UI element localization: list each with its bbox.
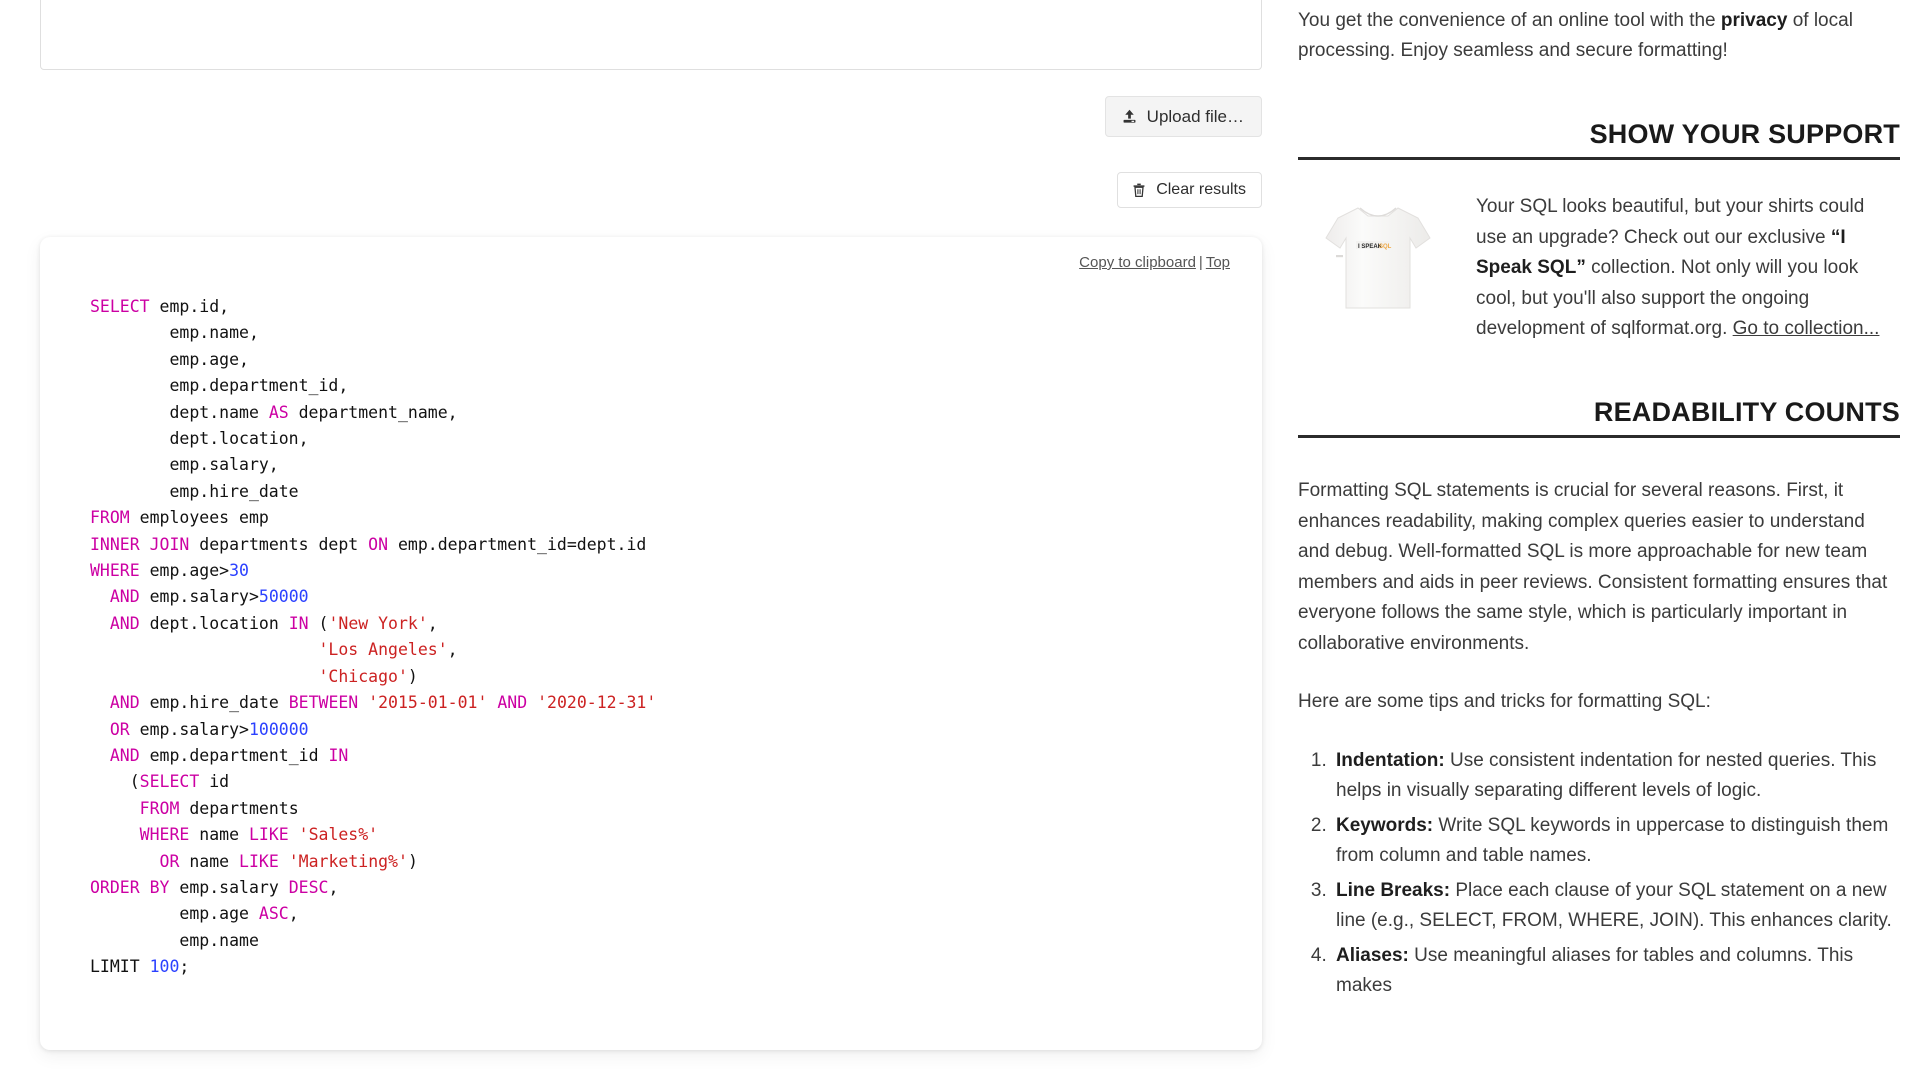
tip-term: Keywords: <box>1336 814 1434 836</box>
sql-input-textarea[interactable] <box>40 0 1262 70</box>
results-card: Copy to clipboard | Top SELECT emp.id, emp… <box>40 237 1262 1050</box>
clear-results-button[interactable]: Clear results <box>1117 172 1262 208</box>
tip-term: Indentation: <box>1336 749 1445 771</box>
editor-area <box>40 0 1262 75</box>
tip-term: Line Breaks: <box>1336 879 1451 901</box>
show-your-support-heading: SHOW YOUR SUPPORT <box>1298 119 1900 160</box>
formatted-sql-output: SELECT emp.id, emp.name, emp.age, emp.de… <box>90 297 657 977</box>
upload-file-label: Upload file… <box>1146 107 1244 126</box>
trash-icon <box>1131 182 1147 198</box>
clear-results-label: Clear results <box>1156 181 1246 198</box>
support-paragraph: Your SQL looks beautiful, but your shirt… <box>1476 196 1880 339</box>
tip-list-item: Aliases: Use meaningful aliases for tabl… <box>1332 941 1900 1002</box>
readability-counts-heading: READABILITY COUNTS <box>1298 397 1900 438</box>
go-to-collection-link[interactable]: Go to collection... <box>1733 318 1880 339</box>
tshirt-image: I SPEAK SQL <box>1298 192 1458 345</box>
intro-paragraph-2: You get the convenience of an online too… <box>1298 9 1853 62</box>
tip-list-item: Line Breaks: Place each clause of your S… <box>1332 876 1900 937</box>
top-link[interactable]: Top <box>1206 254 1230 271</box>
tip-term: Aliases: <box>1336 944 1409 966</box>
link-separator: | <box>1198 254 1203 271</box>
tip-list-item: Indentation: Use consistent indentation … <box>1332 746 1900 807</box>
tip-list-item: Keywords: Write SQL keywords in uppercas… <box>1332 811 1900 872</box>
tips-list: Indentation: Use consistent indentation … <box>1298 746 1900 1002</box>
tips-intro: Here are some tips and tricks for format… <box>1298 691 1711 712</box>
upload-button-row: Upload file… <box>40 96 1262 137</box>
support-section: I SPEAK SQL Your SQL looks beautiful, bu… <box>1298 192 1900 345</box>
privacy-intro: both safe and private. We use Pyodide co… <box>1298 0 1900 67</box>
upload-icon <box>1121 108 1138 125</box>
clear-button-row: Clear results <box>40 172 1262 208</box>
page-root: Upload file… Clear results Copy to clipb… <box>0 0 1920 1080</box>
sidebar: both safe and private. We use Pyodide co… <box>1298 0 1900 1006</box>
readability-section: Formatting SQL statements is crucial for… <box>1298 476 1900 1002</box>
svg-text:SQL: SQL <box>1379 244 1392 250</box>
copy-to-clipboard-link[interactable]: Copy to clipboard <box>1079 254 1196 271</box>
support-text: Your SQL looks beautiful, but your shirt… <box>1476 192 1900 345</box>
readability-paragraph: Formatting SQL statements is crucial for… <box>1298 480 1888 654</box>
results-actions: Copy to clipboard | Top <box>1079 254 1230 271</box>
upload-file-button[interactable]: Upload file… <box>1104 96 1262 137</box>
